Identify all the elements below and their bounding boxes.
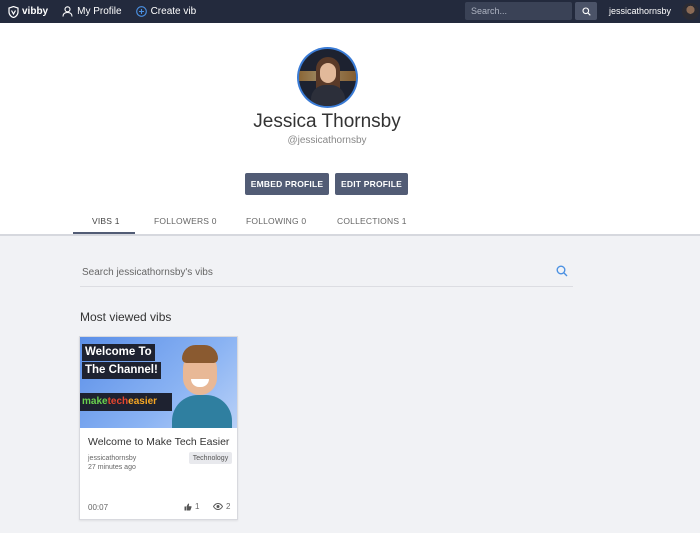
search-icon[interactable] <box>556 265 568 277</box>
profile-handle: @jessicathornsby <box>287 135 367 146</box>
user-icon <box>62 6 73 17</box>
tab-following[interactable]: FOLLOWING 0 <box>246 216 306 226</box>
thumb-text-line2: The Channel! <box>82 362 161 379</box>
vib-timestamp: 27 minutes ago <box>88 464 136 471</box>
profile-name: Jessica Thornsby <box>253 111 401 132</box>
vib-views: 2 <box>213 502 230 511</box>
tab-followers[interactable]: FOLLOWERS 0 <box>154 216 217 226</box>
edit-profile-button[interactable]: EDIT PROFILE <box>335 173 408 195</box>
thumb-person-image <box>172 343 232 428</box>
thumb-brand-text: maketecheasier <box>80 393 172 411</box>
vib-author[interactable]: jessicathornsby <box>88 455 136 462</box>
brand-logo[interactable]: vibby <box>8 5 49 18</box>
embed-profile-button[interactable]: EMBED PROFILE <box>245 173 329 195</box>
thumbs-up-icon <box>184 503 192 510</box>
tab-vibs[interactable]: VIBS 1 <box>92 216 120 226</box>
brand-name: vibby <box>22 6 49 17</box>
search-icon <box>581 6 591 16</box>
nav-search-input[interactable]: Search... <box>465 2 572 20</box>
profile-avatar <box>297 47 358 108</box>
vib-title[interactable]: Welcome to Make Tech Easier <box>88 436 229 448</box>
nav-my-profile-label: My Profile <box>77 6 122 17</box>
vib-tag[interactable]: Technology <box>189 452 232 464</box>
vib-likes[interactable]: 1 <box>184 502 199 511</box>
nav-avatar[interactable] <box>682 3 699 20</box>
nav-search-button[interactable] <box>575 2 597 20</box>
section-title: Most viewed vibs <box>80 310 172 324</box>
eye-icon <box>213 503 223 510</box>
vibs-search-input[interactable]: Search jessicathornsby's vibs <box>80 259 573 287</box>
vibby-shield-icon <box>8 5 19 18</box>
profile-tabs: VIBS 1 FOLLOWERS 0 FOLLOWING 0 COLLECTIO… <box>0 210 700 236</box>
vib-thumbnail[interactable]: Welcome To The Channel! maketecheasier <box>80 337 237 428</box>
thumb-text-line1: Welcome To <box>82 344 155 361</box>
nav-create-vib-label: Create vib <box>150 6 197 17</box>
vib-duration: 00:07 <box>88 503 109 512</box>
nav-username[interactable]: jessicathornsby <box>609 6 671 16</box>
nav-create-vib[interactable]: Create vib <box>135 6 197 17</box>
profile-header: Jessica Thornsby @jessicathornsby EMBED … <box>0 23 700 236</box>
vibs-search-placeholder: Search jessicathornsby's vibs <box>82 267 213 278</box>
top-navbar: vibby My Profile Create vib Search... je… <box>0 0 700 23</box>
active-tab-indicator <box>73 232 135 234</box>
vib-card[interactable]: Welcome To The Channel! maketecheasier W… <box>79 336 238 520</box>
vib-views-count: 2 <box>226 502 231 511</box>
plus-circle-icon <box>135 6 147 17</box>
vib-likes-count: 1 <box>195 502 200 511</box>
nav-my-profile[interactable]: My Profile <box>62 6 122 17</box>
tab-collections[interactable]: COLLECTIONS 1 <box>337 216 407 226</box>
